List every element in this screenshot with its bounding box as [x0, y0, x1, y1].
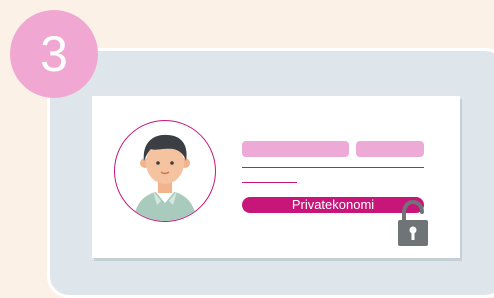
category-label-text: Privatekonomi [291, 197, 375, 212]
placeholder-name-bar [242, 141, 349, 157]
step-number: 3 [40, 26, 68, 82]
step-number-badge: 3 [10, 10, 98, 98]
avatar [114, 120, 216, 222]
short-divider-line [242, 182, 297, 183]
person-avatar-icon [133, 134, 197, 221]
divider-line [242, 167, 424, 168]
padlock-open-icon [396, 199, 430, 253]
placeholder-short-bar [356, 141, 424, 157]
